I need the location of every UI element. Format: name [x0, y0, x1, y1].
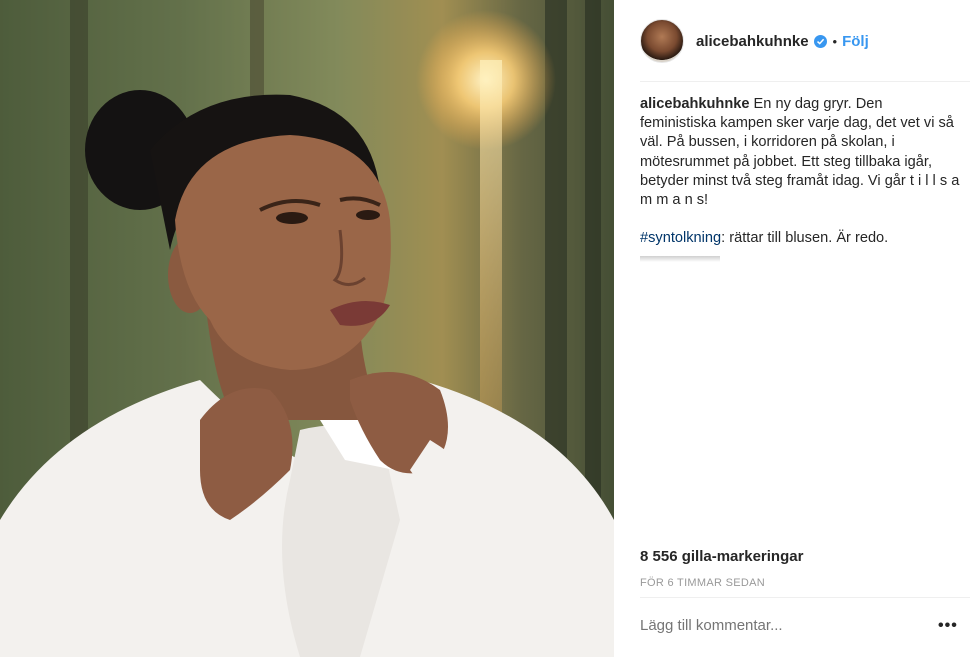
- post-timestamp[interactable]: FÖR 6 TIMMAR SEDAN: [640, 577, 765, 589]
- avatar[interactable]: [640, 19, 684, 63]
- verified-badge-icon: [813, 34, 827, 48]
- post-caption: alicebahkuhnke En ny dag gryr. Den femin…: [640, 95, 960, 248]
- header-divider: [640, 81, 970, 82]
- post-username[interactable]: alicebahkuhnke: [696, 33, 809, 50]
- post-photo[interactable]: [0, 0, 614, 657]
- follow-button[interactable]: Följ: [842, 33, 869, 50]
- comment-input[interactable]: [640, 617, 930, 634]
- post-side-panel: alicebahkuhnke • Följ alicebahkuhnke En …: [614, 0, 980, 657]
- caption-paragraph: alicebahkuhnke En ny dag gryr. Den femin…: [640, 95, 960, 210]
- comment-divider: [640, 597, 970, 598]
- caption-text: En ny dag gryr. Den feministiska kampen …: [640, 96, 960, 209]
- caption-hashtag-paragraph: #syntolkning: rättar till blusen. Är red…: [640, 229, 960, 248]
- hashtag-text: : rättar till blusen. Är redo.: [721, 230, 889, 247]
- checkmark-icon: [816, 38, 824, 45]
- likes-count[interactable]: 8 556 gilla-markeringar: [640, 548, 803, 565]
- caption-username[interactable]: alicebahkuhnke: [640, 96, 750, 112]
- more-options-icon[interactable]: •••: [938, 617, 958, 635]
- hashtag-link[interactable]: #syntolkning: [640, 230, 721, 246]
- caption-fade: [640, 256, 720, 262]
- separator-dot: •: [832, 33, 838, 49]
- post-header: alicebahkuhnke • Följ: [640, 16, 970, 66]
- post-photo-illustration: [0, 0, 614, 657]
